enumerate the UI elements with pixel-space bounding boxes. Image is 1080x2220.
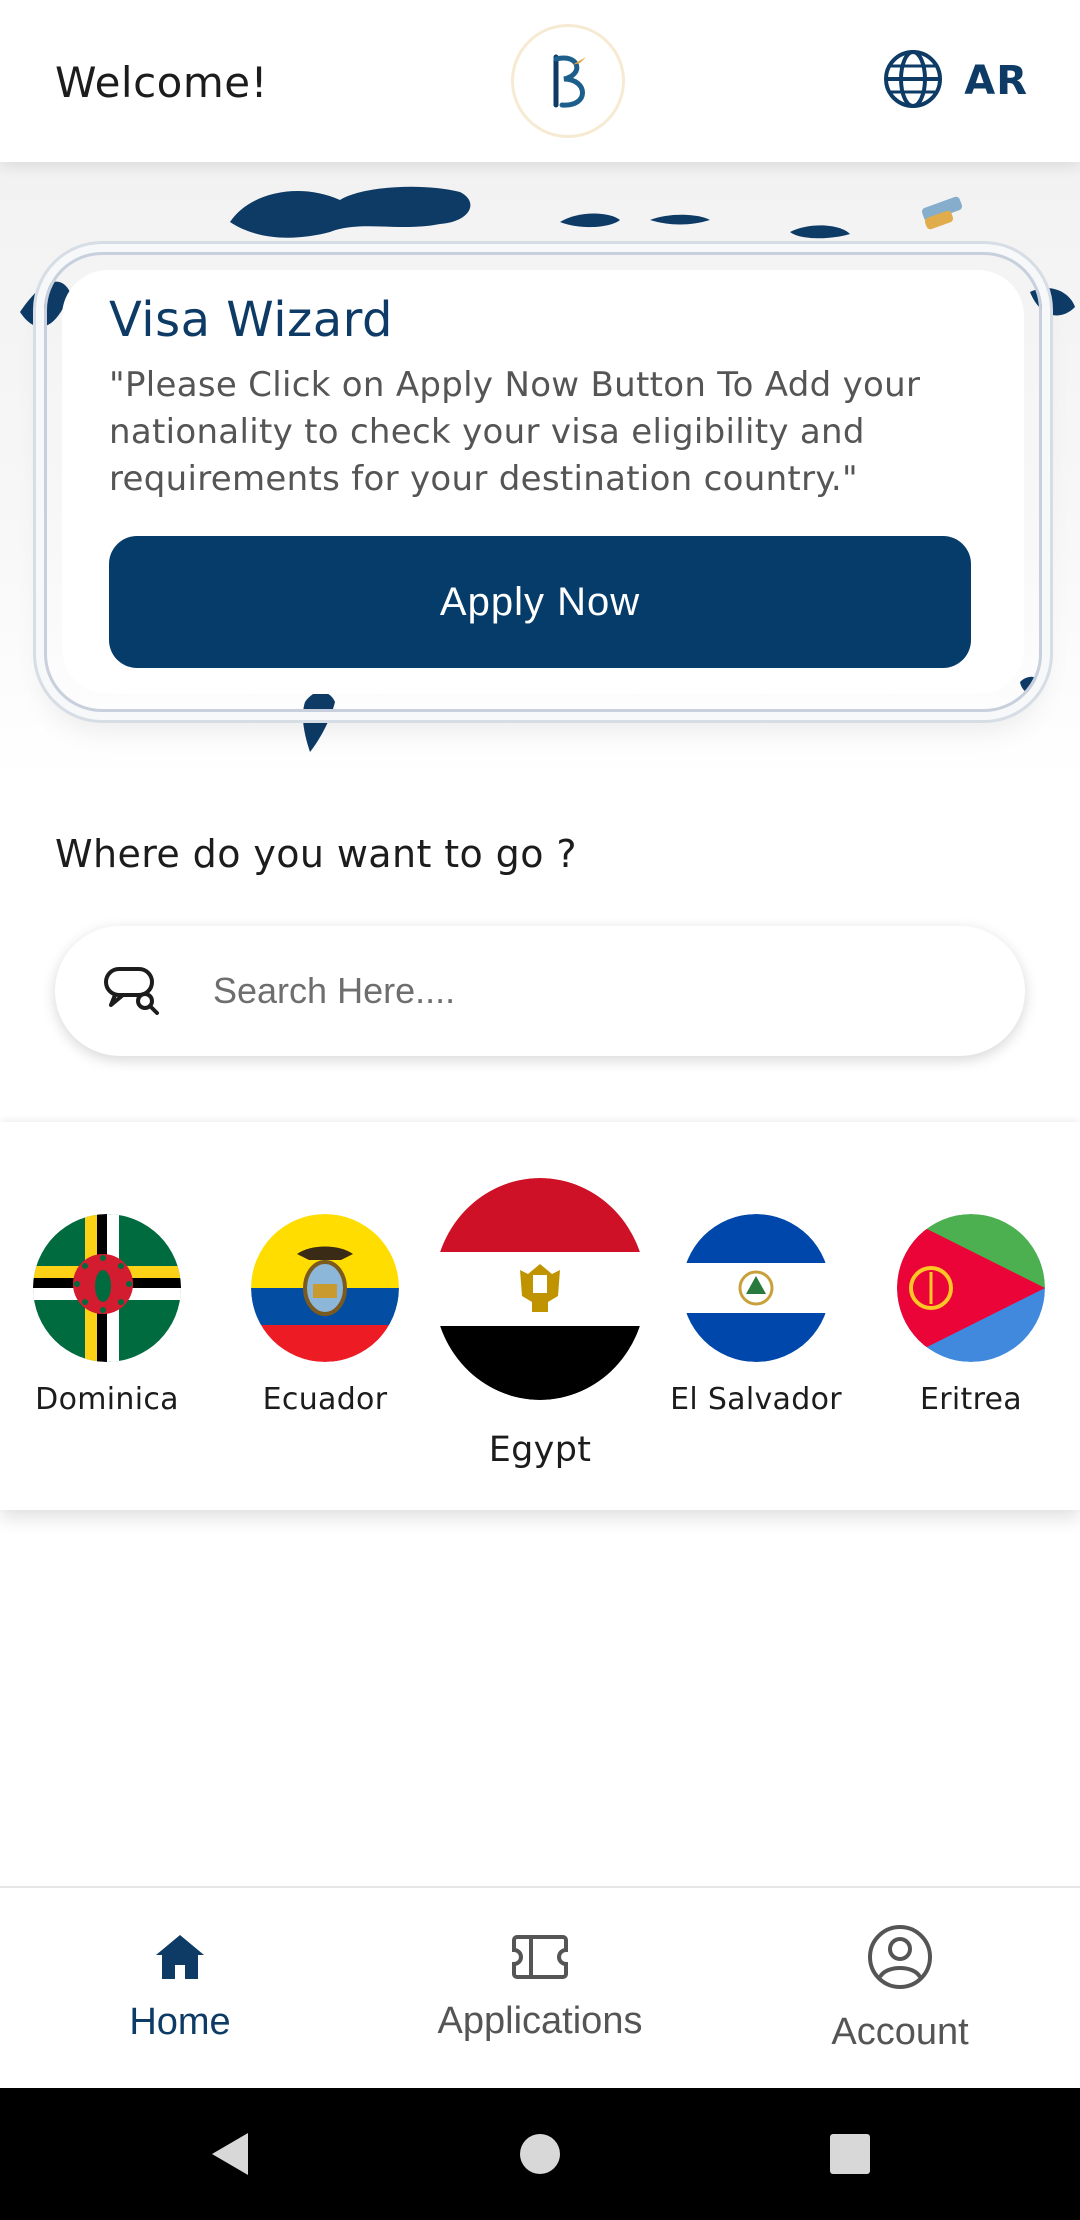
nav-applications-label: Applications: [437, 1999, 643, 2042]
egypt-flag-icon: [434, 1178, 646, 1400]
welcome-text: Welcome!: [55, 58, 268, 107]
bottom-navigation: Home Applications Account: [0, 1886, 1080, 2088]
country-name: El Salvador: [670, 1382, 842, 1417]
language-label: AR: [964, 58, 1028, 104]
country-carousel[interactable]: Dominica Ecuador Egypt El Salvador Eritr…: [0, 1122, 1080, 1510]
destination-heading: Where do you want to go ?: [55, 832, 577, 876]
ecuador-flag-icon: [251, 1214, 399, 1362]
country-name: Dominica: [35, 1382, 179, 1417]
nav-account-label: Account: [831, 2010, 969, 2053]
country-item-ecuador[interactable]: Ecuador: [250, 1214, 400, 1417]
country-item-dominica[interactable]: Dominica: [32, 1214, 182, 1417]
recents-icon[interactable]: [810, 2088, 890, 2220]
home-icon: [154, 1933, 206, 1985]
country-item-egypt[interactable]: Egypt: [434, 1178, 646, 1470]
country-name: Eritrea: [919, 1382, 1022, 1417]
nav-applications[interactable]: Applications: [360, 1888, 720, 2088]
home-screen: Welcome! AR Visa Wizard "Please Click on…: [0, 0, 1080, 2220]
system-navigation-bar: [0, 2088, 1080, 2220]
language-switch[interactable]: AR: [882, 50, 1028, 112]
el-salvador-flag-icon: [682, 1214, 830, 1362]
back-icon[interactable]: [190, 2088, 270, 2220]
app-header: Welcome! AR: [0, 0, 1080, 162]
country-item-el-salvador[interactable]: El Salvador: [666, 1214, 846, 1417]
apply-now-button[interactable]: Apply Now: [109, 536, 971, 668]
country-name: Ecuador: [262, 1382, 388, 1417]
visa-wizard-section: Visa Wizard "Please Click on Apply Now B…: [0, 162, 1080, 782]
wizard-description: "Please Click on Apply Now Button To Add…: [109, 365, 921, 499]
wizard-title: Visa Wizard: [109, 292, 394, 348]
search-input[interactable]: [165, 970, 1025, 1012]
globe-icon: [882, 48, 944, 114]
account-icon: [866, 1923, 934, 1995]
nav-account[interactable]: Account: [720, 1888, 1080, 2088]
nav-home-label: Home: [129, 2000, 231, 2043]
country-item-eritrea[interactable]: Eritrea: [896, 1214, 1046, 1417]
search-icon: [55, 965, 165, 1017]
nav-home[interactable]: Home: [0, 1888, 360, 2088]
search-bar[interactable]: [55, 926, 1025, 1056]
app-logo: [511, 24, 625, 138]
ticket-icon: [511, 1934, 569, 1984]
country-name: Egypt: [488, 1430, 592, 1470]
eritrea-flag-icon: [897, 1214, 1045, 1362]
dominica-flag-icon: [33, 1214, 181, 1362]
home-circle-icon[interactable]: [500, 2088, 580, 2220]
